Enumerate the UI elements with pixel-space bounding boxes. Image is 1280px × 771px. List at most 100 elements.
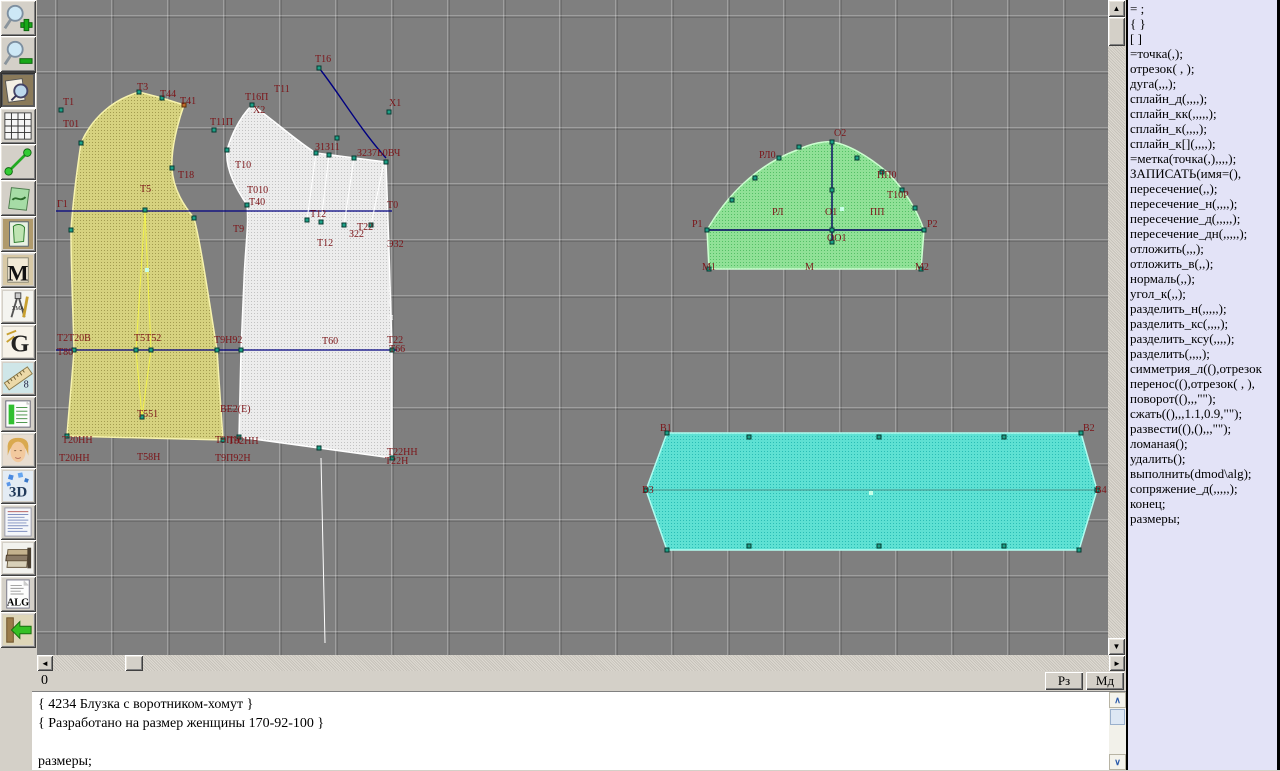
vscroll-track[interactable] [1108, 0, 1125, 655]
vscroll-thumb[interactable] [1108, 17, 1125, 46]
point-marker [747, 544, 751, 548]
function-item[interactable]: ЗАПИСАТЬ(имя=(), [1130, 166, 1277, 181]
function-item[interactable]: разделить_ксу(,,,,); [1130, 331, 1277, 346]
point-marker [830, 140, 834, 144]
toolbar-text-list-button[interactable] [0, 504, 36, 540]
svg-text:M: M [7, 260, 28, 285]
function-item[interactable]: выполнить(dmod\alg); [1130, 466, 1277, 481]
scroll-left-arrow-icon[interactable]: ◄ [37, 655, 53, 671]
point-label: Т0 [387, 200, 398, 211]
hscroll-thumb[interactable] [125, 655, 143, 671]
function-item[interactable]: удалить(); [1130, 451, 1277, 466]
rz-button[interactable]: Рз [1045, 672, 1083, 690]
function-item[interactable]: = ; [1130, 1, 1277, 16]
point-label: М2 [915, 262, 929, 273]
function-item[interactable]: отложить(,,,); [1130, 241, 1277, 256]
hscroll-track[interactable] [37, 655, 1125, 671]
function-item[interactable]: { } [1130, 16, 1277, 31]
point-marker [145, 268, 149, 272]
toolbar-letter-g-button[interactable]: G [0, 324, 36, 360]
piece-back-bodice[interactable] [67, 92, 223, 440]
editor-scroll-thumb[interactable] [1110, 709, 1125, 725]
point-label: Т2 [57, 333, 68, 344]
point-label: Т11П [210, 117, 233, 128]
point-marker [134, 348, 138, 352]
point-label: Т3 [137, 82, 148, 93]
point-label: З1З11 [315, 142, 340, 153]
scroll-down-arrow-icon[interactable]: ▼ [1108, 638, 1125, 655]
point-label: Т01 [63, 119, 79, 130]
toolbar-alg-doc-button[interactable]: ALG [0, 576, 36, 612]
function-item[interactable]: конец; [1130, 496, 1277, 511]
canvas-horizontal-scrollbar[interactable]: ◄ ► [37, 655, 1125, 671]
md-button[interactable]: Мд [1086, 672, 1124, 690]
editor-scroll-down-icon[interactable]: ∨ [1109, 754, 1126, 770]
canvas-vertical-scrollbar[interactable]: ▲ ▼ [1108, 0, 1125, 655]
function-item[interactable]: разделить(,,,,); [1130, 346, 1277, 361]
toolbar-grid-button[interactable] [0, 108, 36, 144]
status-bar: 0 Рз Мд [37, 671, 1125, 691]
toolbar-ruler-button[interactable]: 8 [0, 360, 36, 396]
point-label: М1 [702, 262, 716, 273]
function-item[interactable]: =метка(точка(,),,,,); [1130, 151, 1277, 166]
toolbar-three-d-button[interactable]: 3D [0, 468, 36, 504]
toolbar-portrait-button[interactable] [0, 432, 36, 468]
point-marker [305, 218, 309, 222]
function-item[interactable]: развести((),(),,,""); [1130, 421, 1277, 436]
point-label: Т20НН [59, 453, 90, 464]
toolbar-map-sheet-button[interactable] [0, 180, 36, 216]
point-marker [777, 156, 781, 160]
function-item[interactable]: сопряжение_д(,,,,,); [1130, 481, 1277, 496]
function-item[interactable]: разделить_н(,,,,,); [1130, 301, 1277, 316]
function-item[interactable]: отложить_в(,,); [1130, 256, 1277, 271]
toolbar-pattern-sheet-button[interactable] [0, 216, 36, 252]
editor-scroll-up-icon[interactable]: ∧ [1109, 692, 1126, 708]
function-item[interactable]: сплайн_д(,,,,); [1130, 91, 1277, 106]
function-item[interactable]: =точка(,); [1130, 46, 1277, 61]
function-item[interactable]: дуга(,,,); [1130, 76, 1277, 91]
function-item[interactable]: нормаль(,,); [1130, 271, 1277, 286]
function-item[interactable]: отрезок( , ); [1130, 61, 1277, 76]
toolbar-letter-m-button[interactable]: M [0, 252, 36, 288]
point-label: ПП [870, 207, 884, 218]
function-item[interactable]: размеры; [1130, 511, 1277, 526]
toolbar-table-sheet-button[interactable] [0, 396, 36, 432]
function-item[interactable]: сплайн_кк(,,,,,); [1130, 106, 1277, 121]
toolbar-zoom-out-button[interactable] [0, 36, 36, 72]
point-label: Т22Н [385, 456, 408, 467]
toolbar-books-button[interactable] [0, 540, 36, 576]
function-item[interactable]: перенос((),отрезок( , ), [1130, 376, 1277, 391]
toolbar-zoom-in-button[interactable] [0, 0, 36, 36]
point-label: ПП0 [877, 170, 896, 181]
toolbar-exit-button[interactable] [0, 612, 36, 648]
editor-scrollbar[interactable]: ∧ ∨ [1109, 692, 1126, 770]
piece-sleeve[interactable] [707, 142, 924, 269]
point-marker [352, 156, 356, 160]
point-label: З22 [349, 229, 364, 240]
function-item[interactable]: [ ] [1130, 31, 1277, 46]
point-marker [913, 206, 917, 210]
point-label: В2 [1083, 423, 1095, 434]
toolbar-draw-tools-button[interactable]: ΣΜΑ [0, 288, 36, 324]
function-item[interactable]: разделить_кс(,,,,); [1130, 316, 1277, 331]
function-item[interactable]: пересечение_дн(,,,,,); [1130, 226, 1277, 241]
code-editor[interactable]: { 4234 Блузка с воротником-хомут }{ Разр… [32, 691, 1126, 770]
function-item[interactable]: симметрия_л((),отрезок [1130, 361, 1277, 376]
scroll-right-arrow-icon[interactable]: ► [1109, 655, 1125, 671]
function-item[interactable]: угол_к(,,); [1130, 286, 1277, 301]
function-item[interactable]: пересечение_н(,,,,); [1130, 196, 1277, 211]
function-item[interactable]: пересечение_д(,,,,,); [1130, 211, 1277, 226]
point-marker [855, 156, 859, 160]
toolbar-sheet-view-button[interactable] [0, 72, 36, 108]
function-item[interactable]: пересечение(,,); [1130, 181, 1277, 196]
point-label: Т10 [235, 160, 251, 171]
function-item[interactable]: ломаная(); [1130, 436, 1277, 451]
drawing-canvas[interactable]: Т1Т01Т3Т44Т41Т5Т18Г1Т9Т2Т20ВТ80Т5Т52Т551… [37, 0, 1108, 655]
function-item[interactable]: поворот((),,,""); [1130, 391, 1277, 406]
scroll-up-arrow-icon[interactable]: ▲ [1108, 0, 1125, 17]
function-item[interactable]: сплайн_к[](,,,,); [1130, 136, 1277, 151]
code-line: { 4234 Блузка с воротником-хомут } [38, 695, 1106, 714]
function-item[interactable]: сжать((),,,1.1,0.9,""); [1130, 406, 1277, 421]
toolbar-segment-button[interactable] [0, 144, 36, 180]
function-item[interactable]: сплайн_к(,,,,); [1130, 121, 1277, 136]
